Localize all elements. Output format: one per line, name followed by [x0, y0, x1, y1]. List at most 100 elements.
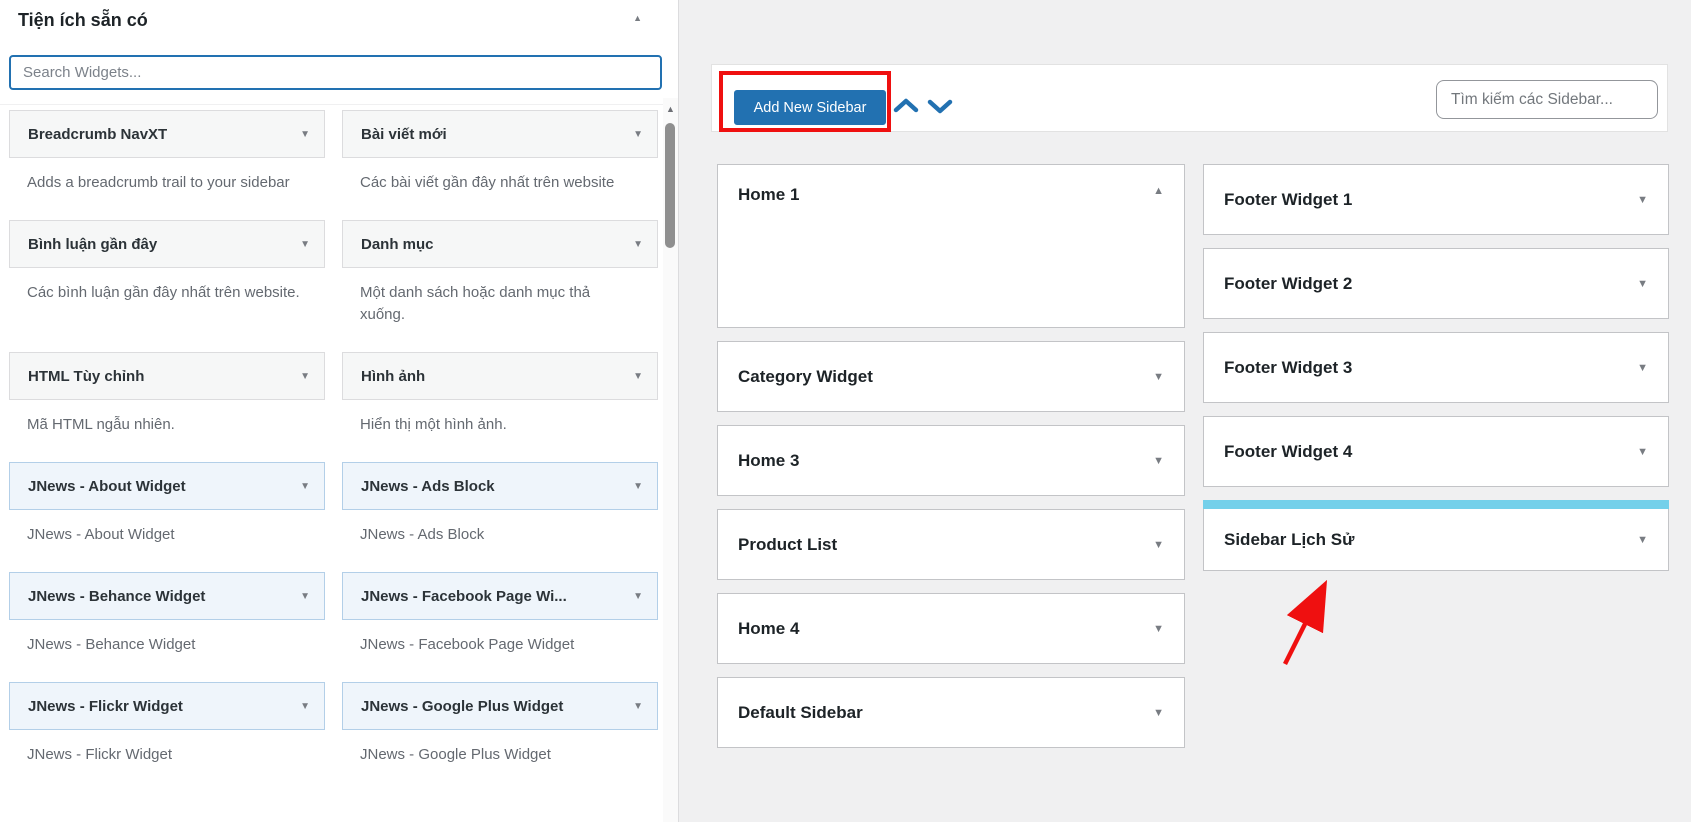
sidebar-card-header: Product List ▼ [718, 510, 1184, 579]
widget-description: Hiển thị một hình ảnh. [360, 416, 507, 433]
widgets-grid: Breadcrumb NavXT ▼ Adds a breadcrumb tra… [9, 110, 660, 792]
chevron-toggle-icon[interactable]: ▼ [1637, 194, 1648, 206]
widget-title: Bài viết mới [361, 125, 447, 143]
chevron-toggle-icon[interactable]: ▼ [1637, 362, 1648, 374]
widget-description: JNews - Google Plus Widget [360, 746, 551, 763]
widget-card[interactable]: Bài viết mới ▼ [342, 110, 658, 158]
sidebar-column-left: Home 1 ▲ Category Widget ▼ Home 3 ▼ Prod… [717, 164, 1185, 748]
sidebar-card-header: Home 1 ▲ [718, 165, 1184, 327]
widget-title: JNews - Google Plus Widget [361, 697, 564, 715]
sidebar-title: Default Sidebar [738, 702, 863, 722]
widget-title: Hình ảnh [361, 367, 426, 385]
widget-card[interactable]: JNews - About Widget ▼ [9, 462, 325, 510]
chevron-down-icon[interactable]: ▼ [300, 371, 310, 382]
sidebar-card[interactable]: Category Widget ▼ [717, 341, 1185, 412]
chevron-up-icon[interactable] [892, 96, 920, 116]
chevron-down-icon[interactable]: ▼ [633, 129, 643, 140]
chevron-down-icon[interactable]: ▼ [300, 591, 310, 602]
sidebar-card[interactable]: Home 1 ▲ [717, 164, 1185, 328]
sidebar-card-header: Footer Widget 4 ▼ [1204, 417, 1668, 486]
sidebar-card[interactable]: Home 4 ▼ [717, 593, 1185, 664]
sidebar-card[interactable]: Footer Widget 1 ▼ [1203, 164, 1669, 235]
sidebar-card[interactable]: Home 3 ▼ [717, 425, 1185, 496]
widget-title: JNews - About Widget [28, 477, 186, 495]
widget-search-input[interactable] [9, 55, 662, 90]
sidebar-card-header: Footer Widget 3 ▼ [1204, 333, 1668, 402]
widget-card[interactable]: Hình ảnh ▼ [342, 352, 658, 400]
chevron-toggle-icon[interactable]: ▼ [1153, 371, 1164, 383]
panel-scrollbar[interactable]: ▲ [663, 98, 678, 822]
widget-cell: JNews - Ads Block ▼ JNews - Ads Block [342, 462, 658, 572]
collapse-panel-icon[interactable]: ▲ [633, 13, 642, 33]
highlight-bar [1203, 500, 1669, 509]
sidebar-card-header: Home 3 ▼ [718, 426, 1184, 495]
widget-cell: HTML Tùy chỉnh ▼ Mã HTML ngẫu nhiên. [9, 352, 325, 462]
sidebar-title: Sidebar Lịch Sử [1224, 530, 1355, 549]
chevron-down-icon[interactable]: ▼ [300, 481, 310, 492]
chevron-down-icon[interactable]: ▼ [633, 239, 643, 250]
widget-card[interactable]: JNews - Ads Block ▼ [342, 462, 658, 510]
sidebar-title: Footer Widget 3 [1224, 357, 1353, 377]
widget-card[interactable]: JNews - Google Plus Widget ▼ [342, 682, 658, 730]
chevron-toggle-icon[interactable]: ▼ [1637, 278, 1648, 290]
chevron-down-icon[interactable]: ▼ [633, 371, 643, 382]
chevron-toggle-icon[interactable]: ▼ [1637, 446, 1648, 458]
widget-card[interactable]: JNews - Behance Widget ▼ [9, 572, 325, 620]
chevron-down-icon[interactable] [926, 96, 954, 116]
chevron-toggle-icon[interactable]: ▼ [1153, 455, 1164, 467]
widget-cell: JNews - Behance Widget ▼ JNews - Behance… [9, 572, 325, 682]
panel-title: Tiện ích sẵn có [18, 10, 148, 30]
widget-title: Bình luận gần đây [28, 235, 158, 253]
widget-description: Các bài viết gần đây nhất trên website [360, 174, 615, 191]
annotation-red-box: Add New Sidebar [719, 71, 891, 132]
sidebar-card-header: Footer Widget 2 ▼ [1204, 249, 1668, 318]
chevron-down-icon[interactable]: ▼ [633, 701, 643, 712]
widget-card[interactable]: JNews - Facebook Page Wi... ▼ [342, 572, 658, 620]
widget-card[interactable]: HTML Tùy chỉnh ▼ [9, 352, 325, 400]
widget-description: JNews - Ads Block [360, 526, 485, 543]
sidebar-card[interactable]: Footer Widget 4 ▼ [1203, 416, 1669, 487]
chevron-down-icon[interactable]: ▼ [633, 591, 643, 602]
widget-description: Các bình luận gần đây nhất trên website. [27, 284, 300, 301]
widget-cell: Bình luận gần đây ▼ Các bình luận gần đâ… [9, 220, 325, 330]
sidebar-card-header: Default Sidebar ▼ [718, 678, 1184, 747]
widget-card[interactable]: Bình luận gần đây ▼ [9, 220, 325, 268]
widget-card[interactable]: JNews - Flickr Widget ▼ [9, 682, 325, 730]
widget-card[interactable]: Danh mục ▼ [342, 220, 658, 268]
add-new-sidebar-button[interactable]: Add New Sidebar [734, 90, 886, 125]
sidebar-title: Home 1 [738, 185, 800, 204]
chevron-toggle-icon[interactable]: ▲ [1153, 185, 1164, 197]
chevron-toggle-icon[interactable]: ▼ [1153, 707, 1164, 719]
widget-description: Adds a breadcrumb trail to your sidebar [27, 174, 290, 191]
sidebar-card[interactable]: Product List ▼ [717, 509, 1185, 580]
sidebar-card[interactable]: Sidebar Lịch Sử ▼ [1203, 500, 1669, 571]
sidebar-search-input[interactable] [1436, 80, 1658, 119]
sidebar-card-header: Home 4 ▼ [718, 594, 1184, 663]
widget-card[interactable]: Breadcrumb NavXT ▼ [9, 110, 325, 158]
chevron-down-icon[interactable]: ▼ [300, 701, 310, 712]
sidebar-title: Footer Widget 2 [1224, 273, 1353, 293]
chevron-toggle-icon[interactable]: ▼ [1637, 534, 1648, 546]
sidebar-card[interactable]: Footer Widget 2 ▼ [1203, 248, 1669, 319]
sidebar-card-header: Sidebar Lịch Sử ▼ [1204, 509, 1668, 571]
chevron-down-icon[interactable]: ▼ [633, 481, 643, 492]
sidebar-card[interactable]: Footer Widget 3 ▼ [1203, 332, 1669, 403]
available-widgets-panel: Tiện ích sẵn có ▲ Breadcrumb NavXT ▼ Add… [0, 0, 679, 822]
sidebar-title: Category Widget [738, 366, 873, 386]
chevron-down-icon[interactable]: ▼ [300, 129, 310, 140]
chevron-toggle-icon[interactable]: ▼ [1153, 623, 1164, 635]
sidebar-title: Footer Widget 4 [1224, 441, 1353, 461]
widget-cell: JNews - About Widget ▼ JNews - About Wid… [9, 462, 325, 572]
available-widgets-header: Tiện ích sẵn có ▲ [0, 0, 678, 33]
sidebar-card[interactable]: Default Sidebar ▼ [717, 677, 1185, 748]
widget-description: JNews - Behance Widget [27, 636, 196, 653]
sidebar-toolbar: Add New Sidebar [711, 64, 1668, 132]
scroll-up-icon[interactable]: ▲ [663, 104, 678, 114]
chevron-toggle-icon[interactable]: ▼ [1153, 539, 1164, 551]
sidebar-title: Footer Widget 1 [1224, 189, 1353, 209]
scrollbar-thumb[interactable] [665, 123, 675, 248]
widget-search-section [0, 33, 678, 105]
widget-title: JNews - Behance Widget [28, 587, 206, 605]
widget-cell: Hình ảnh ▼ Hiển thị một hình ảnh. [342, 352, 658, 462]
chevron-down-icon[interactable]: ▼ [300, 239, 310, 250]
